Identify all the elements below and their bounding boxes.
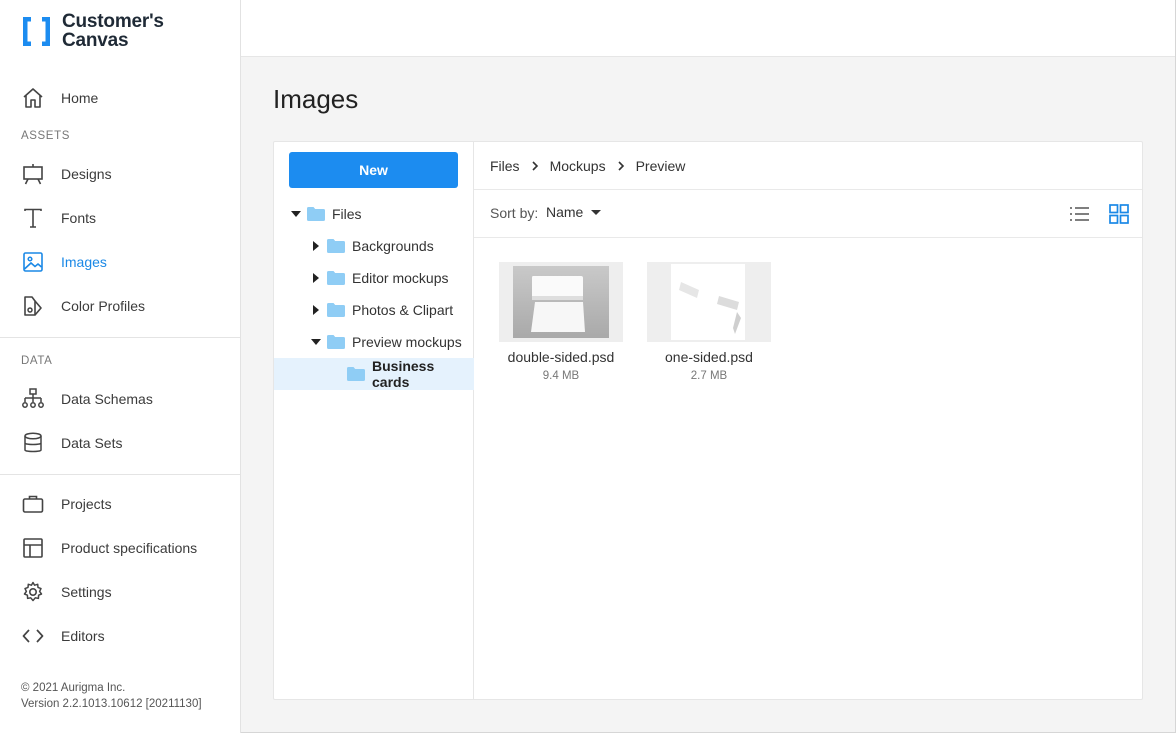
sidebar-item-product-specifications[interactable]: Product specifications	[0, 530, 240, 566]
database-icon	[24, 432, 42, 453]
image-icon	[23, 252, 43, 272]
logo-line-2: Canvas	[62, 30, 129, 51]
tree-item-business-cards[interactable]: Business cards	[274, 358, 474, 390]
layout-icon	[23, 538, 43, 558]
sidebar-item-label: Settings	[61, 584, 112, 600]
breadcrumb-item-mockups[interactable]: Mockups	[550, 158, 606, 174]
folder-icon	[307, 207, 325, 221]
sidebar-item-label: Images	[61, 254, 107, 270]
collapse-arrow-icon[interactable]	[291, 211, 301, 217]
sidebar-item-label: Projects	[61, 496, 112, 512]
sidebar-divider	[0, 337, 240, 338]
page-title: Images	[273, 84, 359, 114]
chevron-right-icon	[618, 160, 624, 171]
sidebar-item-data-sets[interactable]: Data Sets	[0, 425, 240, 461]
copyright-text: © 2021 Aurigma Inc.	[21, 682, 126, 694]
folder-icon	[327, 271, 345, 285]
logo[interactable]: Customer's Canvas	[20, 12, 164, 50]
sidebar-item-data-schemas[interactable]: Data Schemas	[0, 381, 240, 417]
sidebar-item-designs[interactable]: Designs	[0, 156, 240, 192]
chevron-right-icon	[531, 160, 538, 171]
file-size: 9.4 MB	[542, 370, 580, 382]
new-button[interactable]: New	[289, 152, 458, 188]
sidebar: Customer's Canvas Home ASSETS Designs Fo…	[0, 0, 241, 733]
sidebar-item-label: Home	[61, 90, 99, 106]
sidebar-item-label: Fonts	[61, 210, 97, 226]
folder-icon	[327, 239, 345, 253]
tree-item-preview-mockups[interactable]: Preview mockups	[274, 326, 474, 358]
sidebar-item-home[interactable]: Home	[0, 80, 240, 116]
folder-icon	[327, 335, 345, 349]
expand-arrow-icon[interactable]	[313, 273, 319, 283]
logo-mark-icon	[20, 15, 53, 48]
file-browser-panel: New Files Backgrounds Editor mockups Pho…	[273, 141, 1143, 700]
file-size: 2.7 MB	[690, 370, 728, 382]
content-toolbar: Sort by: Name	[474, 190, 1142, 238]
tree-item-label: Files	[332, 206, 362, 222]
version-text: Version 2.2.1013.10612 [20211130]	[21, 698, 202, 710]
section-label-assets: ASSETS	[21, 130, 70, 142]
file-name: double-sided.psd	[507, 349, 615, 365]
briefcase-icon	[22, 495, 44, 513]
logo-line-1: Customer's	[62, 11, 164, 32]
tree-item-photos-clipart[interactable]: Photos & Clipart	[274, 294, 474, 326]
tree-item-label: Editor mockups	[352, 270, 449, 286]
sidebar-item-fonts[interactable]: Fonts	[0, 200, 240, 236]
list-view-icon[interactable]	[1067, 202, 1091, 226]
sidebar-item-label: Color Profiles	[61, 298, 146, 314]
sidebar-item-projects[interactable]: Projects	[0, 486, 240, 522]
code-icon	[22, 629, 44, 643]
sidebar-divider	[0, 474, 240, 475]
sidebar-item-images[interactable]: Images	[0, 244, 240, 280]
gear-icon	[23, 581, 43, 602]
home-icon	[23, 88, 43, 108]
tree-item-label: Preview mockups	[352, 334, 462, 350]
breadcrumb: Files Mockups Preview	[474, 142, 1142, 190]
caret-down-icon	[591, 209, 602, 215]
tree-item-label: Photos & Clipart	[352, 302, 454, 318]
tree-item-editor-mockups[interactable]: Editor mockups	[274, 262, 474, 294]
file-name: one-sided.psd	[665, 349, 753, 365]
sidebar-item-label: Designs	[61, 166, 112, 182]
collapse-arrow-icon[interactable]	[311, 339, 321, 345]
logo-text: Customer's Canvas	[62, 12, 164, 50]
sidebar-item-editors[interactable]: Editors	[0, 618, 240, 654]
top-header	[241, 0, 1175, 57]
breadcrumb-item-preview[interactable]: Preview	[636, 158, 686, 174]
sidebar-item-label: Editors	[61, 628, 105, 644]
breadcrumb-item-files[interactable]: Files	[490, 158, 520, 174]
folder-icon	[327, 303, 345, 317]
file-card-double-sided[interactable]: double-sided.psd 9.4 MB	[499, 262, 623, 382]
expand-arrow-icon[interactable]	[313, 241, 319, 251]
grid-view-icon[interactable]	[1107, 202, 1131, 226]
tree-item-files[interactable]: Files	[274, 198, 474, 230]
easel-icon	[23, 164, 43, 185]
tree-item-label: Backgrounds	[352, 238, 434, 254]
file-thumbnail	[499, 262, 623, 342]
sidebar-item-label: Data Schemas	[61, 391, 153, 407]
sidebar-item-settings[interactable]: Settings	[0, 574, 240, 610]
tree-item-backgrounds[interactable]: Backgrounds	[274, 230, 474, 262]
content-pane: Files Mockups Preview Sort by: Name doub…	[474, 142, 1142, 699]
sort-value: Name	[546, 204, 584, 220]
file-card-one-sided[interactable]: one-sided.psd 2.7 MB	[647, 262, 771, 382]
sidebar-item-color-profiles[interactable]: Color Profiles	[0, 288, 240, 324]
folder-icon	[347, 367, 365, 381]
business-card-single-image	[647, 262, 771, 342]
sidebar-footer: © 2021 Aurigma Inc. Version 2.2.1013.106…	[21, 680, 202, 712]
palette-icon	[24, 296, 42, 316]
sort-label: Sort by:	[490, 205, 539, 221]
sidebar-item-label: Data Sets	[61, 435, 123, 451]
sort-dropdown[interactable]: Name	[546, 204, 602, 220]
expand-arrow-icon[interactable]	[313, 305, 319, 315]
text-icon	[24, 208, 42, 228]
business-card-stack-image	[499, 262, 623, 342]
folder-tree: New Files Backgrounds Editor mockups Pho…	[274, 142, 474, 699]
file-thumbnail	[647, 262, 771, 342]
sidebar-item-label: Product specifications	[61, 540, 198, 556]
tree-item-label: Business cards	[372, 358, 435, 390]
section-label-data: DATA	[21, 355, 53, 367]
schema-icon	[22, 388, 44, 408]
